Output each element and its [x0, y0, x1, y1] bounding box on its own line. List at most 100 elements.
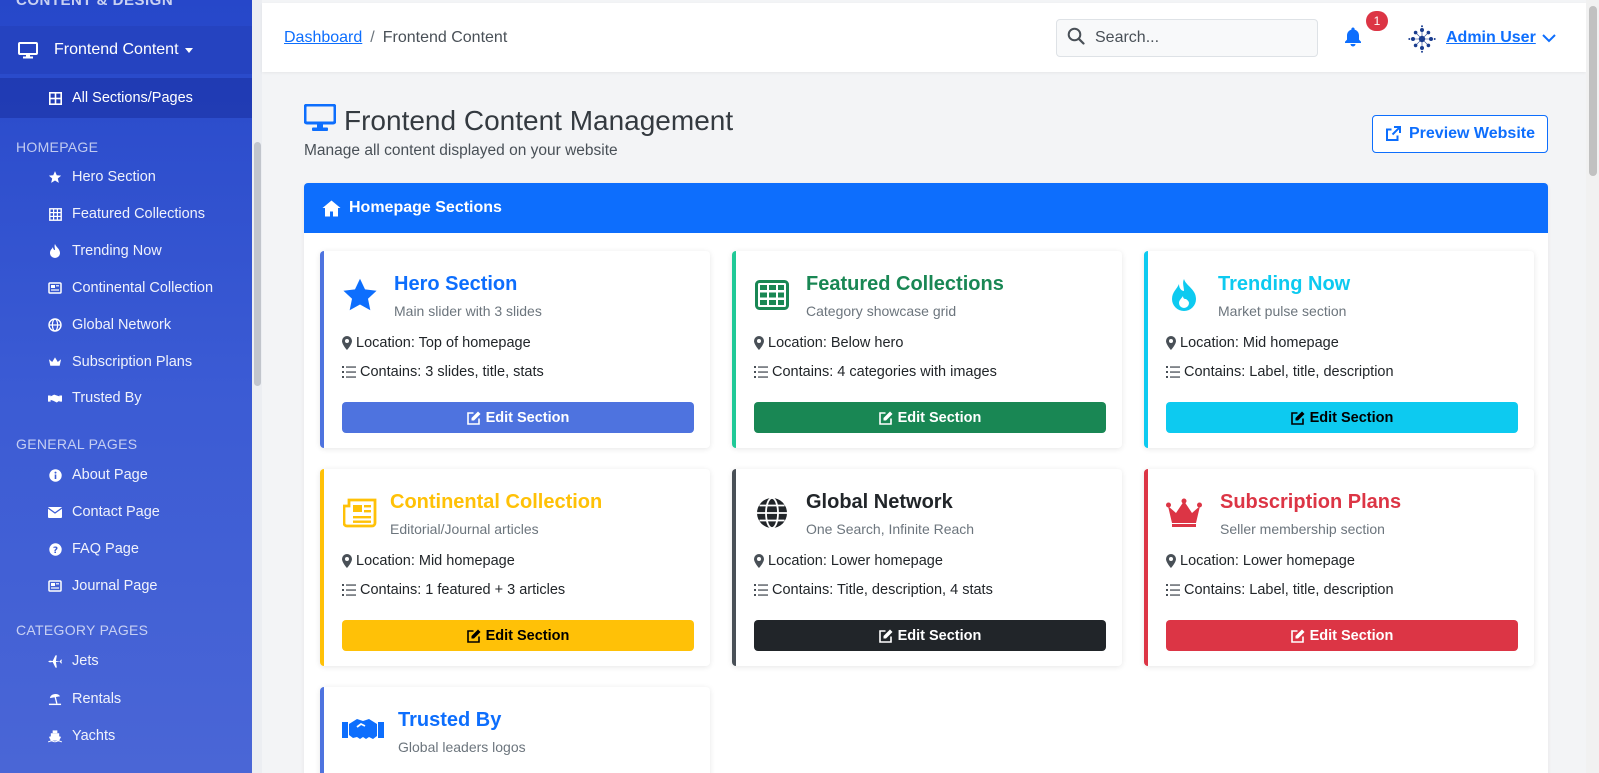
- card-subtitle: Category showcase grid: [806, 303, 957, 319]
- breadcrumb-link-dashboard[interactable]: Dashboard: [284, 29, 362, 46]
- sidebar-group-homepage: HOMEPAGE: [16, 139, 99, 155]
- card-title: Global Network: [806, 491, 953, 513]
- edit-section-label: Edit Section: [1309, 627, 1394, 644]
- sidebar-item-journal-page[interactable]: Journal Page: [48, 576, 157, 596]
- sidebar-item-label: Jets: [72, 653, 99, 669]
- fire-icon: [48, 244, 62, 258]
- card-contains-text: Contains: Label, title, description: [1184, 582, 1394, 598]
- sidebar-item-featured-collections[interactable]: Featured Collections: [48, 204, 205, 224]
- sidebar-item-all-sections[interactable]: All Sections/Pages: [0, 78, 252, 118]
- page-scrollbar-thumb[interactable]: [1589, 6, 1597, 176]
- breadcrumb-current: Frontend Content: [382, 29, 508, 46]
- handshake-icon: [48, 391, 62, 405]
- sidebar-scrollbar-thumb[interactable]: [254, 142, 261, 386]
- card-location: Location: Mid homepage: [1166, 335, 1339, 351]
- sidebar-item-about-page[interactable]: About Page: [48, 465, 148, 485]
- edit-section-button[interactable]: Edit Section: [754, 620, 1106, 651]
- notification-bell-icon[interactable]: [1344, 27, 1362, 52]
- sidebar-item-faq-page[interactable]: ? FAQ Page: [48, 539, 139, 559]
- sidebar-item-label: Hero Section: [72, 169, 156, 185]
- sidebar-item-hero-section[interactable]: Hero Section: [48, 167, 156, 187]
- caret-down-icon: [184, 47, 193, 53]
- card-contains-text: Contains: 3 slides, title, stats: [360, 364, 544, 380]
- card-subtitle: Market pulse section: [1218, 303, 1347, 319]
- edit-section-button[interactable]: Edit Section: [754, 402, 1106, 433]
- sidebar-item-label: Journal Page: [72, 578, 158, 594]
- sidebar-item-subscription-plans[interactable]: Subscription Plans: [48, 352, 192, 372]
- newspaper-icon: [48, 579, 62, 593]
- sidebar-group-category-pages: CATEGORY PAGES: [16, 622, 149, 638]
- card-location-text: Location: Top of homepage: [356, 335, 531, 351]
- card-location-text: Location: Lower homepage: [768, 553, 943, 569]
- edit-section-button[interactable]: Edit Section: [1166, 402, 1518, 433]
- search-box: [1056, 19, 1318, 57]
- edit-section-label: Edit Section: [485, 627, 570, 644]
- top-header: Dashboard/Frontend Content 1 Admin U: [262, 3, 1586, 72]
- globe-icon: [754, 495, 790, 531]
- edit-section-label: Edit Section: [1309, 409, 1394, 426]
- sidebar-item-label: FAQ Page: [72, 541, 139, 557]
- page-title: Frontend Content Management: [344, 104, 734, 136]
- card-location-text: Location: Mid homepage: [356, 553, 515, 569]
- map-pin-icon: [754, 554, 764, 568]
- edit-section-button[interactable]: Edit Section: [342, 620, 694, 651]
- sidebar-item-global-network[interactable]: Global Network: [48, 315, 171, 335]
- edit-section-button[interactable]: Edit Section: [342, 402, 694, 433]
- crown-icon: [48, 355, 62, 369]
- search-icon: [1067, 27, 1085, 50]
- envelope-icon: [48, 505, 62, 519]
- user-menu-toggle[interactable]: Admin User: [1446, 29, 1556, 47]
- edit-icon: [466, 629, 481, 643]
- sidebar-item-label: About Page: [72, 467, 148, 483]
- edit-section-label: Edit Section: [485, 409, 570, 426]
- plane-icon: [48, 654, 62, 668]
- card-contains: Contains: Label, title, description: [1166, 582, 1394, 598]
- sidebar-item-jets[interactable]: Jets: [48, 651, 99, 671]
- card-location-text: Location: Mid homepage: [1180, 335, 1339, 351]
- sidebar-item-continental-collection[interactable]: Continental Collection: [48, 278, 213, 298]
- sidebar-scrollbar-track[interactable]: [252, 0, 262, 773]
- map-pin-icon: [342, 554, 352, 568]
- sidebar-item-label: Frontend Content: [54, 41, 179, 58]
- edit-icon: [1290, 411, 1305, 425]
- svg-text:?: ?: [52, 546, 57, 556]
- edit-section-button[interactable]: Edit Section: [1166, 620, 1518, 651]
- card-subtitle: Main slider with 3 slides: [394, 303, 542, 319]
- search-input[interactable]: [1095, 29, 1295, 47]
- sidebar-item-contact-page[interactable]: Contact Page: [48, 502, 160, 522]
- card-location: Location: Top of homepage: [342, 335, 531, 351]
- sidebar-section-heading: CONTENT & DESIGN: [16, 0, 174, 9]
- edit-icon: [466, 411, 481, 425]
- sidebar-item-frontend-content[interactable]: Frontend Content: [0, 26, 252, 74]
- crown-icon: [1166, 495, 1202, 531]
- star-icon: [48, 170, 62, 184]
- card-title: Trending Now: [1218, 273, 1351, 295]
- chevron-down-icon: [1542, 33, 1556, 42]
- grid-icon: [754, 277, 790, 313]
- card-subtitle: Editorial/Journal articles: [390, 521, 539, 537]
- section-card-subscription-plans: Subscription Plans Seller membership sec…: [1144, 469, 1534, 666]
- section-card-featured-collections: Featured Collections Category showcase g…: [732, 251, 1122, 448]
- avatar[interactable]: [1408, 25, 1436, 58]
- map-pin-icon: [342, 336, 352, 350]
- card-contains-text: Contains: Title, description, 4 stats: [772, 582, 993, 598]
- card-contains: Contains: 3 slides, title, stats: [342, 364, 544, 380]
- sidebar-item-label: Trusted By: [72, 390, 142, 406]
- sidebar-item-rentals[interactable]: Rentals: [48, 689, 121, 709]
- preview-website-button[interactable]: Preview Website: [1372, 115, 1548, 153]
- card-location: Location: Lower homepage: [1166, 553, 1355, 569]
- card-title: Featured Collections: [806, 273, 1004, 295]
- notification-count-badge: 1: [1366, 11, 1388, 31]
- card-title: Hero Section: [394, 273, 518, 295]
- sidebar-item-trusted-by[interactable]: Trusted By: [48, 388, 142, 408]
- sidebar-item-trending-now[interactable]: Trending Now: [48, 241, 162, 261]
- sidebar-item-yachts[interactable]: Yachts: [48, 726, 115, 746]
- card-location-text: Location: Below hero: [768, 335, 904, 351]
- sidebar-item-label: Contact Page: [72, 504, 160, 520]
- edit-icon: [878, 411, 893, 425]
- sidebar-item-label: Continental Collection: [72, 280, 214, 296]
- section-card-trending-now: Trending Now Market pulse section Locati…: [1144, 251, 1534, 448]
- edit-section-label: Edit Section: [897, 409, 982, 426]
- panel-title: Homepage Sections: [349, 199, 502, 216]
- page-title-row: Frontend Content Management: [303, 103, 734, 137]
